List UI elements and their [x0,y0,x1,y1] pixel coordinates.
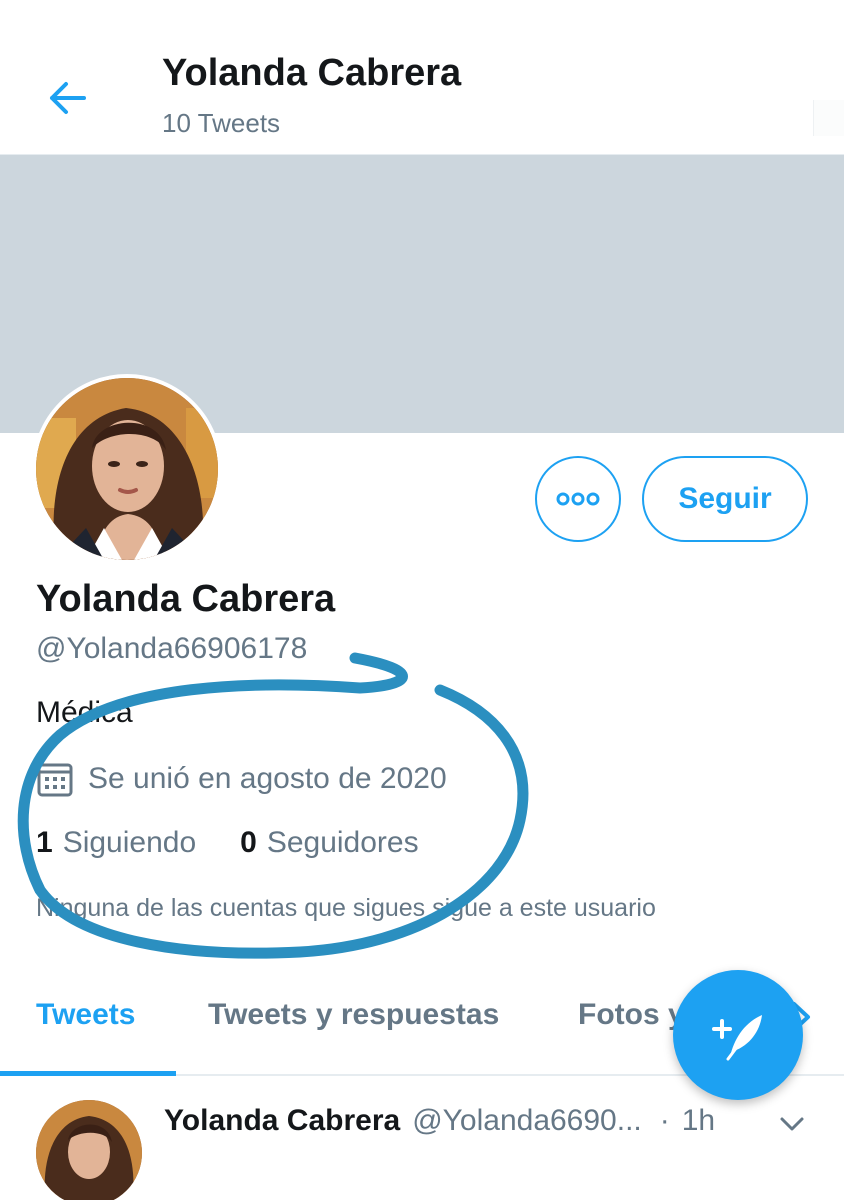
arrow-left-icon [50,82,86,114]
tweet-separator: · [659,1104,670,1137]
tweet-count: 10 Tweets [162,108,281,138]
following-count: 1 [36,826,53,859]
avatar-photo [36,378,218,560]
profile-handle: @Yolanda66906178 [36,632,308,665]
compose-tweet-button[interactable] [673,970,803,1100]
profile-name: Yolanda Cabrera [36,578,336,620]
followers-link[interactable]: 0 Seguidores [240,826,418,860]
more-options-button[interactable] [535,456,621,542]
following-label: Siguiendo [62,826,197,859]
tweet-author-handle: @Yolanda6690... [412,1104,642,1137]
tab-tweets-and-replies[interactable]: Tweets y respuestas [208,998,499,1032]
tweet-header: Yolanda Cabrera @Yolanda6690... · 1h [164,1104,715,1138]
follow-stats: 1 Siguiendo 0 Seguidores [36,826,419,860]
calendar-icon [37,763,73,797]
header-title: Yolanda Cabrera [162,52,462,94]
tweet-avatar[interactable] [36,1100,142,1200]
profile-page: Yolanda Cabrera 10 Tweets Seguir Yolanda… [0,0,844,1200]
hand-drawn-circle-annotation [17,652,529,959]
followers-label: Seguidores [266,826,419,859]
followers-count: 0 [240,826,257,859]
tweet-author-name[interactable]: Yolanda Cabrera [164,1104,400,1138]
joined-date: Se unió en agosto de 2020 [36,760,447,798]
top-bar: Yolanda Cabrera 10 Tweets [0,0,844,155]
chevron-down-icon[interactable] [778,1114,806,1134]
header-edge [813,100,844,136]
followers-you-know-note: Ninguna de las cuentas que sigues sigue … [36,894,656,922]
following-link[interactable]: 1 Siguiendo [36,826,196,860]
tweet-time: 1h [681,1104,716,1137]
tweet-avatar-photo [36,1100,142,1200]
tab-tweets[interactable]: Tweets [36,998,135,1032]
back-button[interactable] [40,70,96,126]
avatar[interactable] [32,374,222,564]
follow-button[interactable]: Seguir [642,456,808,542]
joined-text: Se unió en agosto de 2020 [88,762,447,795]
active-tab-indicator [0,1071,176,1076]
profile-bio: Médica [36,696,133,729]
more-options-icon [556,492,600,506]
tab-photos[interactable]: Fotos y [578,998,685,1032]
compose-tweet-icon [712,1015,762,1061]
